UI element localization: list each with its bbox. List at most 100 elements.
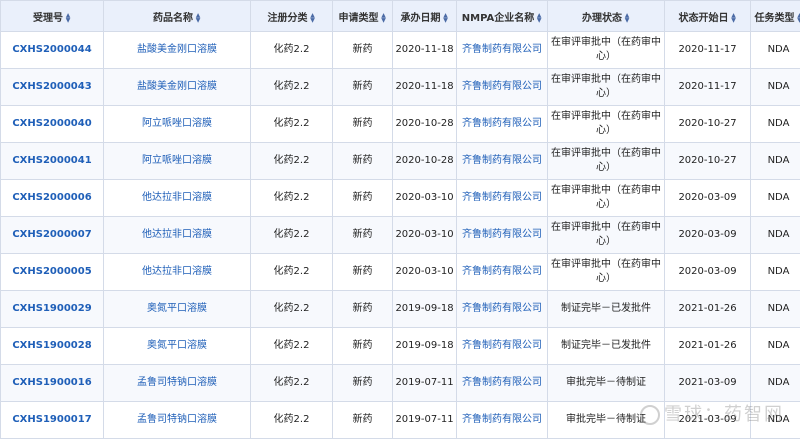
cell-reg-class: 化药2.2 — [251, 365, 333, 402]
col-header-undertake-date[interactable]: 承办日期▲▼ — [393, 1, 457, 32]
cell-status: 在审评审批中（在药审中心） — [548, 180, 665, 217]
cell-apply-type: 新药 — [333, 32, 393, 69]
cell-company[interactable]: 齐鲁制药有限公司 — [457, 291, 548, 328]
cell-drug-name[interactable]: 阿立哌唑口溶膜 — [104, 143, 251, 180]
cell-apply-type: 新药 — [333, 328, 393, 365]
cell-undertake-date: 2020-03-10 — [393, 180, 457, 217]
cell-status: 制证完毕－已发批件 — [548, 291, 665, 328]
cell-status-date: 2021-01-26 — [665, 291, 751, 328]
col-header-label: 状态开始日 — [679, 13, 729, 24]
cell-accept-no[interactable]: CXHS1900016 — [1, 365, 104, 402]
cell-drug-name[interactable]: 盐酸美金刚口溶膜 — [104, 32, 251, 69]
cell-status-date: 2020-03-09 — [665, 180, 751, 217]
cell-apply-type: 新药 — [333, 106, 393, 143]
col-header-reg-class[interactable]: 注册分类▲▼ — [251, 1, 333, 32]
sort-icon[interactable]: ▲▼ — [797, 13, 800, 23]
cell-accept-no[interactable]: CXHS2000005 — [1, 254, 104, 291]
cell-status: 在审评审批中（在药审中心） — [548, 106, 665, 143]
cell-accept-no[interactable]: CXHS2000041 — [1, 143, 104, 180]
table-row: CXHS2000041阿立哌唑口溶膜化药2.2新药2020-10-28齐鲁制药有… — [1, 143, 800, 180]
sort-icon[interactable]: ▲▼ — [195, 13, 201, 23]
cell-company[interactable]: 齐鲁制药有限公司 — [457, 69, 548, 106]
col-header-accept-no[interactable]: 受理号▲▼ — [1, 1, 104, 32]
table-row: CXHS2000007他达拉非口溶膜化药2.2新药2020-03-10齐鲁制药有… — [1, 217, 800, 254]
cell-reg-class: 化药2.2 — [251, 402, 333, 439]
drug-registration-table: 受理号▲▼ 药品名称▲▼ 注册分类▲▼ 申请类型▲▼ 承办日期▲▼ NMPA企业… — [0, 0, 800, 439]
col-header-status-date[interactable]: 状态开始日▲▼ — [665, 1, 751, 32]
col-header-label: 办理状态 — [582, 13, 622, 24]
col-header-company[interactable]: NMPA企业名称▲▼ — [457, 1, 548, 32]
cell-apply-type: 新药 — [333, 365, 393, 402]
cell-status: 在审评审批中（在药审中心） — [548, 69, 665, 106]
cell-drug-name[interactable]: 盐酸美金刚口溶膜 — [104, 69, 251, 106]
cell-undertake-date: 2020-10-28 — [393, 143, 457, 180]
cell-accept-no[interactable]: CXHS2000043 — [1, 69, 104, 106]
sort-icon[interactable]: ▲▼ — [731, 13, 737, 23]
cell-company[interactable]: 齐鲁制药有限公司 — [457, 254, 548, 291]
cell-status: 制证完毕－已发批件 — [548, 328, 665, 365]
cell-accept-no[interactable]: CXHS2000007 — [1, 217, 104, 254]
cell-undertake-date: 2019-09-18 — [393, 291, 457, 328]
cell-undertake-date: 2020-03-10 — [393, 217, 457, 254]
cell-reg-class: 化药2.2 — [251, 143, 333, 180]
sort-icon[interactable]: ▲▼ — [624, 13, 630, 23]
cell-apply-type: 新药 — [333, 69, 393, 106]
col-header-drug-name[interactable]: 药品名称▲▼ — [104, 1, 251, 32]
table-row: CXHS1900028奥氮平口溶膜化药2.2新药2019-09-18齐鲁制药有限… — [1, 328, 800, 365]
cell-company[interactable]: 齐鲁制药有限公司 — [457, 217, 548, 254]
table-row: CXHS1900016孟鲁司特钠口溶膜化药2.2新药2019-07-11齐鲁制药… — [1, 365, 800, 402]
table-header-row: 受理号▲▼ 药品名称▲▼ 注册分类▲▼ 申请类型▲▼ 承办日期▲▼ NMPA企业… — [1, 1, 800, 32]
cell-drug-name[interactable]: 奥氮平口溶膜 — [104, 291, 251, 328]
cell-reg-class: 化药2.2 — [251, 291, 333, 328]
cell-status-date: 2021-03-09 — [665, 402, 751, 439]
cell-accept-no[interactable]: CXHS1900029 — [1, 291, 104, 328]
table-row: CXHS1900017孟鲁司特钠口溶膜化药2.2新药2019-07-11齐鲁制药… — [1, 402, 800, 439]
col-header-label: 申请类型 — [339, 13, 379, 24]
cell-reg-class: 化药2.2 — [251, 106, 333, 143]
cell-task-type: NDA — [751, 254, 800, 291]
cell-reg-class: 化药2.2 — [251, 69, 333, 106]
cell-drug-name[interactable]: 奥氮平口溶膜 — [104, 328, 251, 365]
cell-drug-name[interactable]: 他达拉非口溶膜 — [104, 217, 251, 254]
sort-icon[interactable]: ▲▼ — [381, 13, 387, 23]
cell-accept-no[interactable]: CXHS1900028 — [1, 328, 104, 365]
cell-task-type: NDA — [751, 106, 800, 143]
cell-drug-name[interactable]: 阿立哌唑口溶膜 — [104, 106, 251, 143]
cell-accept-no[interactable]: CXHS1900017 — [1, 402, 104, 439]
cell-accept-no[interactable]: CXHS2000006 — [1, 180, 104, 217]
cell-task-type: NDA — [751, 180, 800, 217]
cell-task-type: NDA — [751, 69, 800, 106]
cell-company[interactable]: 齐鲁制药有限公司 — [457, 180, 548, 217]
cell-drug-name[interactable]: 他达拉非口溶膜 — [104, 180, 251, 217]
cell-task-type: NDA — [751, 402, 800, 439]
col-header-apply-type[interactable]: 申请类型▲▼ — [333, 1, 393, 32]
cell-company[interactable]: 齐鲁制药有限公司 — [457, 32, 548, 69]
cell-drug-name[interactable]: 孟鲁司特钠口溶膜 — [104, 365, 251, 402]
sort-icon[interactable]: ▲▼ — [310, 13, 316, 23]
cell-company[interactable]: 齐鲁制药有限公司 — [457, 328, 548, 365]
cell-company[interactable]: 齐鲁制药有限公司 — [457, 143, 548, 180]
cell-company[interactable]: 齐鲁制药有限公司 — [457, 402, 548, 439]
cell-task-type: NDA — [751, 291, 800, 328]
cell-drug-name[interactable]: 他达拉非口溶膜 — [104, 254, 251, 291]
cell-undertake-date: 2020-10-28 — [393, 106, 457, 143]
cell-company[interactable]: 齐鲁制药有限公司 — [457, 106, 548, 143]
cell-status-date: 2021-01-26 — [665, 328, 751, 365]
table-row: CXHS2000040阿立哌唑口溶膜化药2.2新药2020-10-28齐鲁制药有… — [1, 106, 800, 143]
cell-reg-class: 化药2.2 — [251, 254, 333, 291]
cell-undertake-date: 2020-11-18 — [393, 69, 457, 106]
cell-reg-class: 化药2.2 — [251, 328, 333, 365]
col-header-task-type[interactable]: 任务类型▲▼ — [751, 1, 800, 32]
cell-accept-no[interactable]: CXHS2000040 — [1, 106, 104, 143]
cell-reg-class: 化药2.2 — [251, 180, 333, 217]
col-header-status[interactable]: 办理状态▲▼ — [548, 1, 665, 32]
cell-drug-name[interactable]: 孟鲁司特钠口溶膜 — [104, 402, 251, 439]
cell-company[interactable]: 齐鲁制药有限公司 — [457, 365, 548, 402]
cell-apply-type: 新药 — [333, 291, 393, 328]
sort-icon[interactable]: ▲▼ — [536, 13, 542, 23]
sort-icon[interactable]: ▲▼ — [443, 13, 449, 23]
sort-icon[interactable]: ▲▼ — [65, 13, 71, 23]
cell-apply-type: 新药 — [333, 180, 393, 217]
col-header-label: 药品名称 — [153, 13, 193, 24]
cell-accept-no[interactable]: CXHS2000044 — [1, 32, 104, 69]
